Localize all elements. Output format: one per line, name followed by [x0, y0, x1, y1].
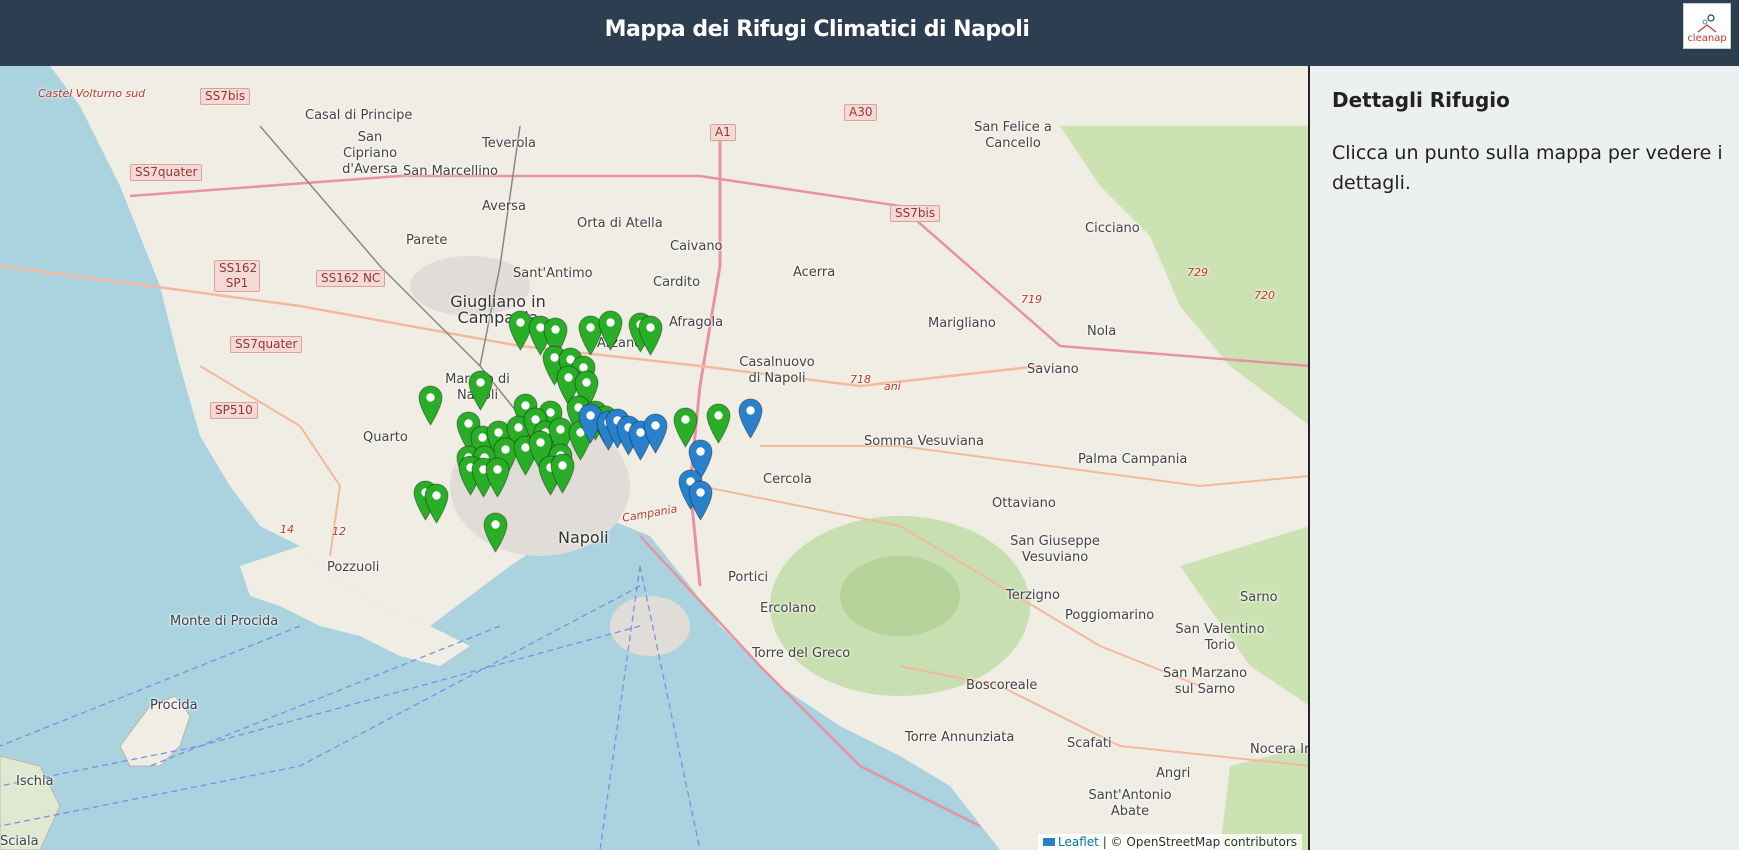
road-shield: A30	[844, 104, 878, 121]
cleanap-logo[interactable]: cleanap	[1683, 3, 1731, 49]
road-shield: SP510	[210, 402, 258, 419]
place-label: 14	[280, 523, 294, 536]
map-attribution: Leaflet | © OpenStreetMap contributors	[1038, 834, 1302, 850]
place-label: 718	[850, 373, 871, 386]
place-label: Portici	[728, 570, 769, 585]
details-text: Clicca un punto sulla mappa per vedere i…	[1332, 142, 1723, 194]
place-label: Afragola	[669, 315, 724, 330]
logo-icon	[1697, 14, 1717, 33]
map-marker-green[interactable]	[638, 315, 663, 356]
road-shield: SS162 NC	[316, 270, 386, 287]
map-marker-blue[interactable]	[738, 398, 763, 439]
map-marker-blue[interactable]	[688, 480, 713, 521]
place-label: Quarto	[363, 430, 408, 445]
leaflet-link[interactable]: Leaflet	[1058, 835, 1099, 849]
place-label: 729	[1187, 266, 1208, 279]
place-label: San Cipriano d'Aversa	[342, 130, 398, 177]
place-label: Aversa	[482, 199, 526, 214]
place-label: Parete	[406, 233, 448, 248]
place-label: Ercolano	[760, 601, 817, 616]
place-label: Ischia	[16, 774, 54, 789]
place-label: Teverola	[482, 136, 537, 151]
logo-text: cleanap	[1687, 33, 1727, 44]
place-label: Torre del Greco	[752, 646, 851, 661]
road-shield: SS7bis	[200, 88, 251, 105]
place-label: Monte di Procida	[170, 614, 279, 629]
place-label: Caivano	[670, 239, 723, 254]
map-marker-green[interactable]	[550, 453, 575, 494]
map-marker-green[interactable]	[485, 457, 510, 498]
map-marker-green[interactable]	[706, 403, 731, 444]
header-bar: Mappa dei Rifugi Climatici di Napoli cle…	[0, 0, 1739, 66]
place-label: Castel Volturno sud	[38, 87, 146, 100]
map-view[interactable]: Castel Volturno sud Casal di Principe Sa…	[0, 66, 1310, 850]
place-label: Pozzuoli	[327, 560, 380, 575]
place-label: Angri	[1156, 766, 1191, 781]
place-label: Somma Vesuviana	[864, 434, 985, 449]
place-label: Cardito	[653, 275, 701, 290]
place-label: San Marzano sul Sarno	[1162, 666, 1248, 697]
place-label: Cercola	[763, 472, 812, 487]
place-label: San Giuseppe Vesuviano	[1010, 534, 1100, 565]
details-title: Dettagli Rifugio	[1332, 88, 1510, 112]
place-label: Acerra	[793, 265, 836, 280]
place-label: Sant'Antonio Abate	[1088, 788, 1172, 819]
place-label: Saviano	[1027, 362, 1079, 377]
place-label: Orta di Atella	[577, 216, 663, 231]
details-panel: Dettagli Rifugio Clicca un punto sulla m…	[1312, 66, 1739, 850]
place-label: Sarno	[1240, 590, 1278, 605]
map-marker-green[interactable]	[483, 512, 508, 553]
leaflet-icon	[1043, 838, 1056, 846]
place-label: 720	[1254, 289, 1275, 302]
road-shield: A1	[710, 124, 736, 141]
page-title: Mappa dei Rifugi Climatici di Napoli	[604, 17, 1030, 42]
place-label: Ottaviano	[992, 496, 1056, 511]
place-label: Napoli	[558, 528, 609, 547]
place-label: Cicciano	[1085, 221, 1140, 236]
place-label: Sciala	[0, 834, 39, 849]
place-label: Casalnuovo di Napoli	[739, 355, 815, 386]
road-shield: SS162 SP1	[214, 260, 260, 292]
place-label: Torre Annunziata	[905, 730, 1015, 745]
place-label: San Marcellino	[403, 164, 499, 179]
place-label: ani	[884, 380, 901, 393]
place-label: Terzigno	[1006, 588, 1060, 603]
map-marker-green[interactable]	[424, 483, 449, 524]
place-label: Palma Campania	[1078, 452, 1188, 467]
attribution-text: | © OpenStreetMap contributors	[1102, 835, 1297, 849]
place-label: Scafati	[1067, 736, 1112, 751]
place-label: Boscoreale	[966, 678, 1038, 693]
road-shield: SS7quater	[130, 164, 203, 181]
place-label: Sant'Antimo	[513, 266, 593, 281]
map-marker-blue[interactable]	[643, 413, 668, 454]
map-marker-green[interactable]	[468, 370, 493, 411]
place-label: San Felice a Cancello	[974, 120, 1052, 151]
place-label: Procida	[150, 698, 198, 713]
road-shield: SS7quater	[230, 336, 303, 353]
road-shield: SS7bis	[890, 205, 941, 222]
place-label: Nola	[1087, 324, 1117, 339]
place-label: Marigliano	[928, 316, 996, 331]
place-label: Poggiomarino	[1065, 608, 1155, 623]
place-label: San Valentino Torio	[1175, 622, 1265, 653]
map-marker-green[interactable]	[598, 310, 623, 351]
map-marker-green[interactable]	[418, 385, 443, 426]
place-label: Casal di Principe	[305, 108, 413, 123]
place-label: Nocera Ir	[1250, 742, 1310, 757]
place-label: 12	[332, 525, 346, 538]
place-label: 719	[1021, 293, 1042, 306]
